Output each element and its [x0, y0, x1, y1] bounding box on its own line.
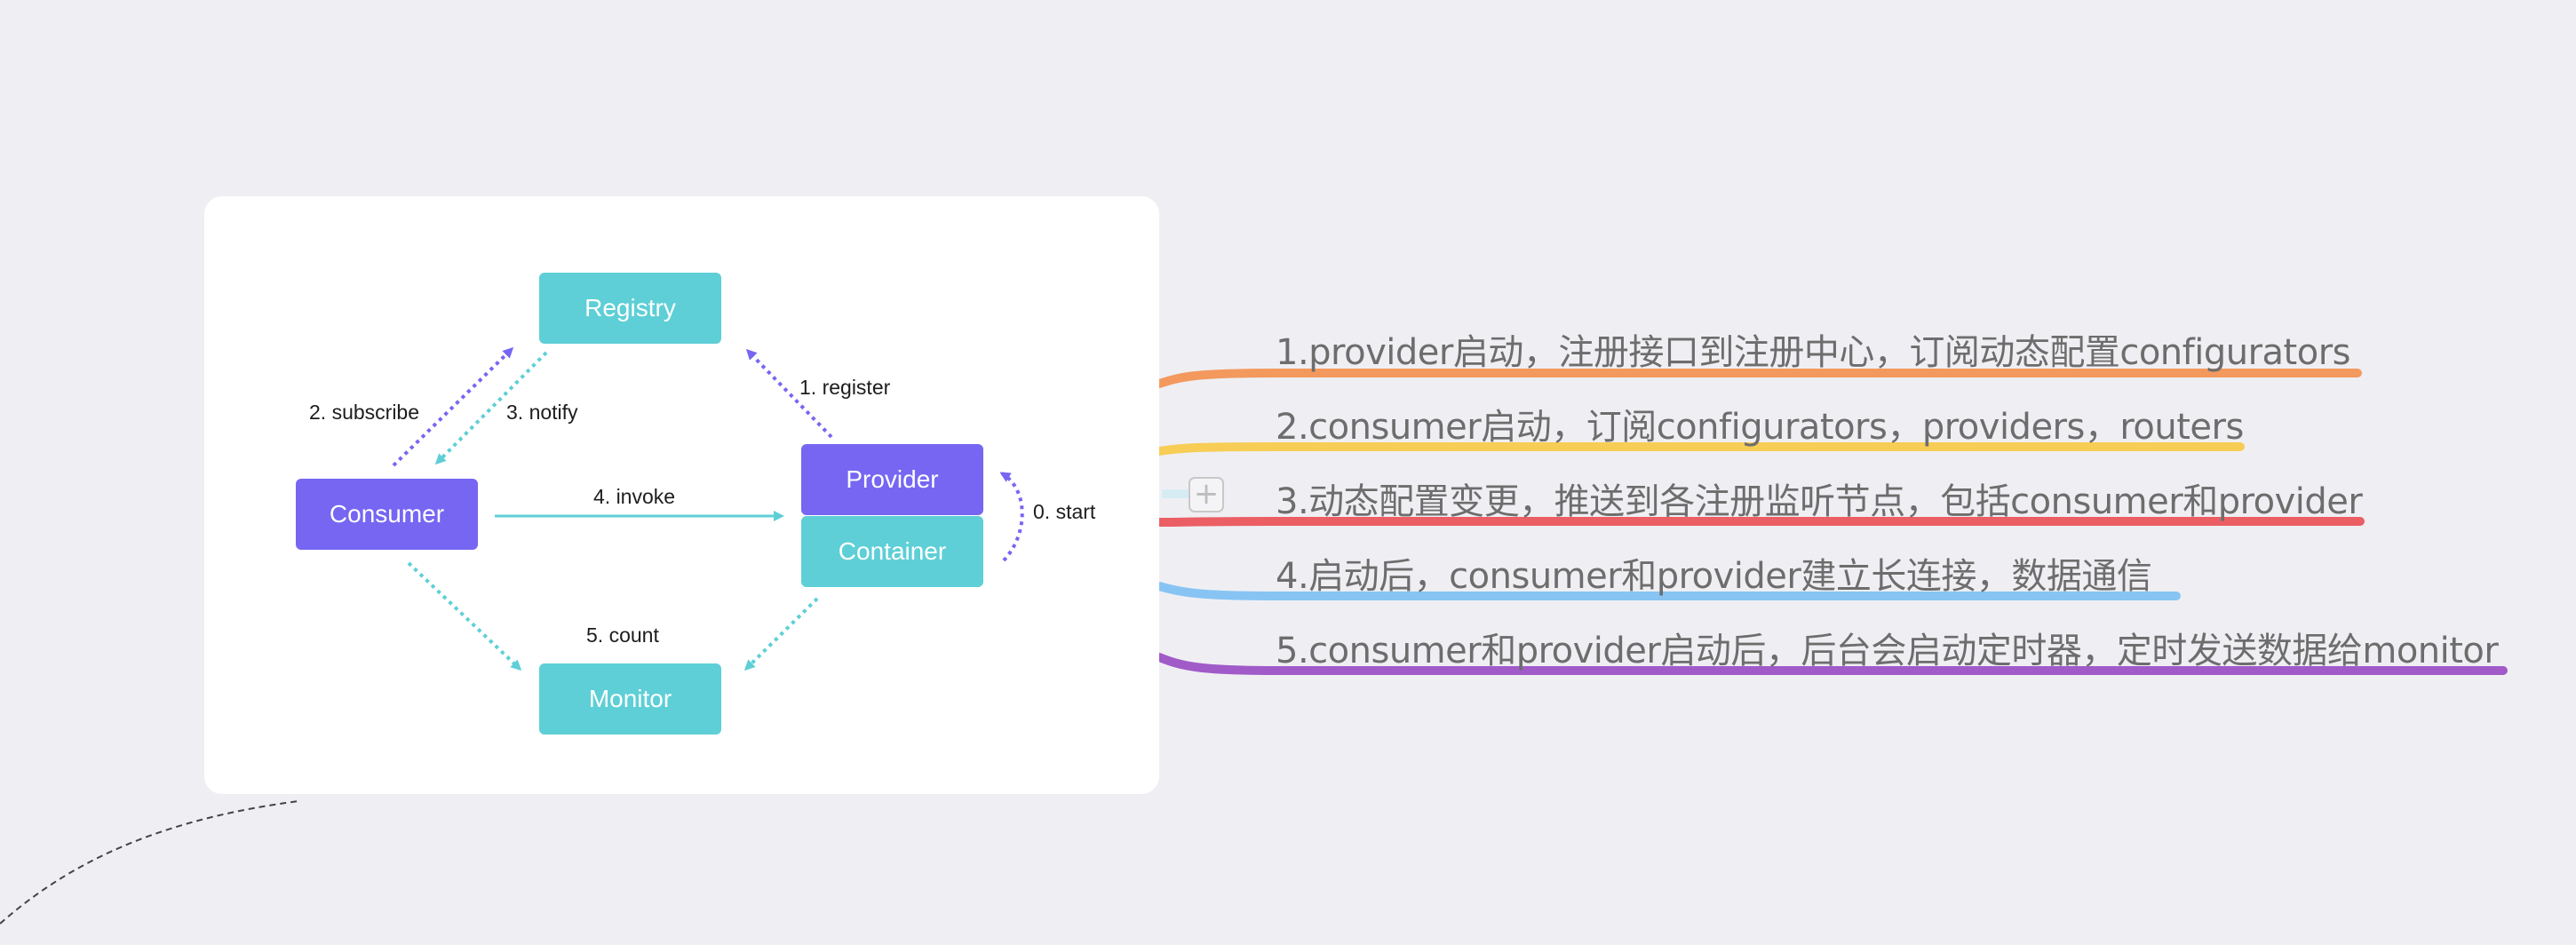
- note-item-1[interactable]: 1.provider启动，注册接口到注册中心，订阅动态配置configurato…: [1276, 323, 2350, 375]
- note-item-2[interactable]: 2.consumer启动，订阅configurators，providers，r…: [1276, 398, 2244, 449]
- provider-count-arrow: [743, 597, 819, 671]
- subscribe-label: 2. subscribe: [309, 401, 420, 424]
- diagram-card: Registry Consumer Provider Container Mon…: [204, 196, 1159, 794]
- count-label: 5. count: [586, 623, 659, 647]
- consumer-count-arrow: [407, 561, 522, 671]
- provider-node: Provider: [801, 444, 983, 515]
- registry-node: Registry: [539, 273, 721, 344]
- monitor-node: Monitor: [539, 663, 721, 735]
- note-item-3[interactable]: 3.动态配置变更，推送到各注册监听节点，包括consumer和provider: [1276, 472, 2363, 524]
- notify-label: 3. notify: [506, 401, 578, 424]
- dashed-connector: [0, 800, 299, 925]
- collapse-toggle-icon[interactable]: +: [1189, 477, 1224, 512]
- register-label: 1. register: [799, 376, 891, 399]
- invoke-label: 4. invoke: [593, 485, 676, 508]
- start-arrow: [999, 472, 1024, 562]
- note-item-5[interactable]: 5.consumer和provider启动后，后台会启动定时器，定时发送数据给m…: [1276, 622, 2499, 673]
- consumer-node: Consumer: [296, 479, 478, 550]
- container-node: Container: [801, 516, 983, 587]
- note-item-4[interactable]: 4.启动后，consumer和provider建立长连接，数据通信: [1276, 547, 2152, 599]
- start-label: 0. start: [1033, 500, 1096, 523]
